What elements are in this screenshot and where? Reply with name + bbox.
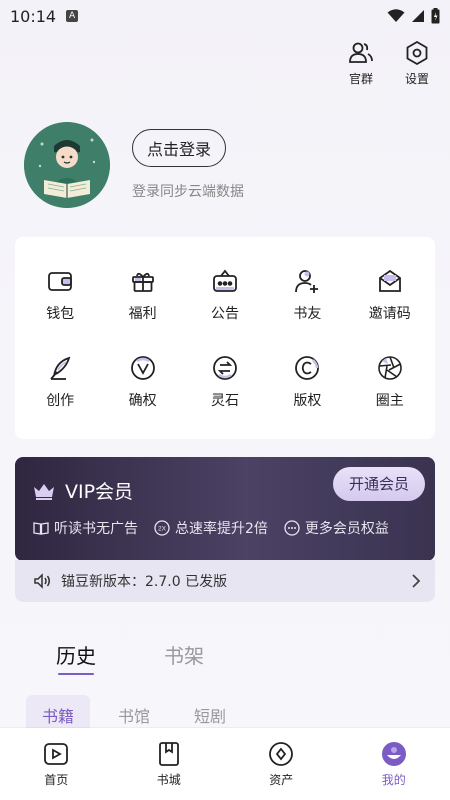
- vip-title: VIP会员: [65, 481, 134, 503]
- grid-item-verify[interactable]: 确权: [101, 338, 183, 425]
- grid-item-welfare[interactable]: 福利: [101, 251, 183, 338]
- login-button[interactable]: 点击登录: [132, 129, 227, 167]
- grid-label-announcement: 公告: [210, 305, 239, 322]
- login-subtitle: 登录同步云端数据: [132, 184, 244, 200]
- tab-bookshelf[interactable]: 书架: [164, 640, 204, 669]
- login-column: 点击登录 登录同步云端数据: [132, 129, 244, 201]
- feature-grid: 钱包 福利 公告 书友 邀请码 创作 确权 灵石 版权 圈主: [15, 237, 435, 439]
- grid-label-circle-owner: 圈主: [375, 392, 404, 409]
- nav-label-bookstore: 书城: [156, 772, 181, 787]
- nav-home[interactable]: 首页: [0, 728, 113, 800]
- version-notice[interactable]: 锚豆新版本：2.7.0 已发版: [15, 560, 435, 602]
- crown-icon: [34, 483, 54, 500]
- gift-icon: [131, 272, 154, 292]
- official-group-label: 官群: [348, 72, 373, 86]
- vip-feature-label: 听读书无广告: [54, 521, 138, 537]
- nav-assets[interactable]: 资产: [225, 728, 338, 800]
- grid-label-verify: 确权: [128, 392, 157, 409]
- announcement-icon: [213, 269, 237, 292]
- nav-label-home: 首页: [44, 772, 69, 787]
- bookmark-book-icon: [158, 741, 179, 766]
- open-vip-button[interactable]: 开通会员: [332, 467, 425, 501]
- wallet-icon: [48, 271, 73, 291]
- invite-icon: [378, 269, 401, 292]
- nav-label-mine: 我的: [381, 772, 406, 787]
- vip-feature-label: 更多会员权益: [304, 521, 389, 537]
- group-icon: [349, 42, 373, 63]
- battery-icon: [431, 8, 440, 24]
- nav-bookstore[interactable]: 书城: [113, 728, 226, 800]
- grid-label-wallet: 钱包: [46, 305, 75, 322]
- nav-label-assets: 资产: [269, 772, 294, 787]
- grid-item-create[interactable]: 创作: [19, 338, 101, 425]
- avatar[interactable]: [24, 122, 110, 208]
- history-shelf-tabs: 历史 书架: [56, 640, 204, 675]
- quill-icon: [50, 356, 71, 380]
- book-open-icon: [33, 522, 49, 535]
- grid-item-spirit-stone[interactable]: 灵石: [184, 338, 266, 425]
- grid-item-invite-code[interactable]: 邀请码: [349, 251, 431, 338]
- tab-history[interactable]: 历史: [56, 640, 96, 675]
- grid-item-circle-owner[interactable]: 圈主: [349, 338, 431, 425]
- grid-item-book-friends[interactable]: 书友: [266, 251, 348, 338]
- vip-feature-speed: 2X 总速率提升2倍: [154, 518, 268, 538]
- chevron-right-icon: [412, 574, 421, 588]
- grid-item-copyright[interactable]: 版权: [266, 338, 348, 425]
- vip-feature-more: 更多会员权益: [284, 518, 389, 538]
- speaker-icon: [34, 573, 50, 589]
- verify-icon: [130, 355, 155, 380]
- profile-icon: [381, 741, 406, 766]
- vip-feature-no-ads: 听读书无广告: [33, 518, 138, 538]
- vip-feature-label: 总速率提升2倍: [175, 521, 268, 537]
- official-group-button[interactable]: 官群: [344, 40, 378, 87]
- notice-text: 锚豆新版本：2.7.0 已发版: [61, 574, 228, 590]
- profile-section: 点击登录 登录同步云端数据: [24, 122, 244, 208]
- vip-card[interactable]: VIP会员 开通会员 听读书无广告 2X 总速率提升2倍 更多会员权益: [15, 457, 435, 561]
- grid-item-announcement[interactable]: 公告: [184, 251, 266, 338]
- grid-label-create: 创作: [46, 392, 75, 409]
- status-bar: 10:14 A: [0, 0, 450, 32]
- settings-button[interactable]: 设置: [400, 40, 434, 87]
- top-actions: 官群 设置: [344, 40, 434, 87]
- asset-icon: [269, 741, 294, 766]
- add-friend-icon: [295, 269, 319, 293]
- spirit-stone-icon: [213, 355, 237, 380]
- status-icons: [387, 8, 440, 24]
- grid-label-spirit-stone: 灵石: [210, 392, 239, 409]
- vip-features: 听读书无广告 2X 总速率提升2倍 更多会员权益: [33, 518, 389, 538]
- double-speed-icon: 2X: [154, 520, 170, 536]
- settings-label: 设置: [404, 72, 429, 86]
- reader-avatar-icon: [24, 122, 110, 208]
- nav-mine[interactable]: 我的: [338, 728, 450, 800]
- status-time: 10:14: [10, 6, 57, 26]
- aperture-icon: [377, 355, 402, 380]
- copyright-icon: [295, 355, 320, 380]
- play-icon: [44, 742, 69, 765]
- svg-text:2X: 2X: [158, 526, 167, 533]
- grid-label-invite-code: 邀请码: [368, 305, 411, 322]
- grid-item-wallet[interactable]: 钱包: [19, 251, 101, 338]
- signal-icon: [412, 10, 424, 22]
- notification-icon: A: [66, 10, 79, 22]
- more-icon: [284, 520, 300, 536]
- grid-label-book-friends: 书友: [293, 305, 322, 322]
- wifi-icon: [387, 9, 405, 22]
- grid-label-copyright: 版权: [293, 392, 322, 409]
- settings-icon: [406, 40, 428, 66]
- bottom-navigation: 首页 书城 资产 我的: [0, 728, 450, 800]
- grid-label-welfare: 福利: [128, 305, 157, 322]
